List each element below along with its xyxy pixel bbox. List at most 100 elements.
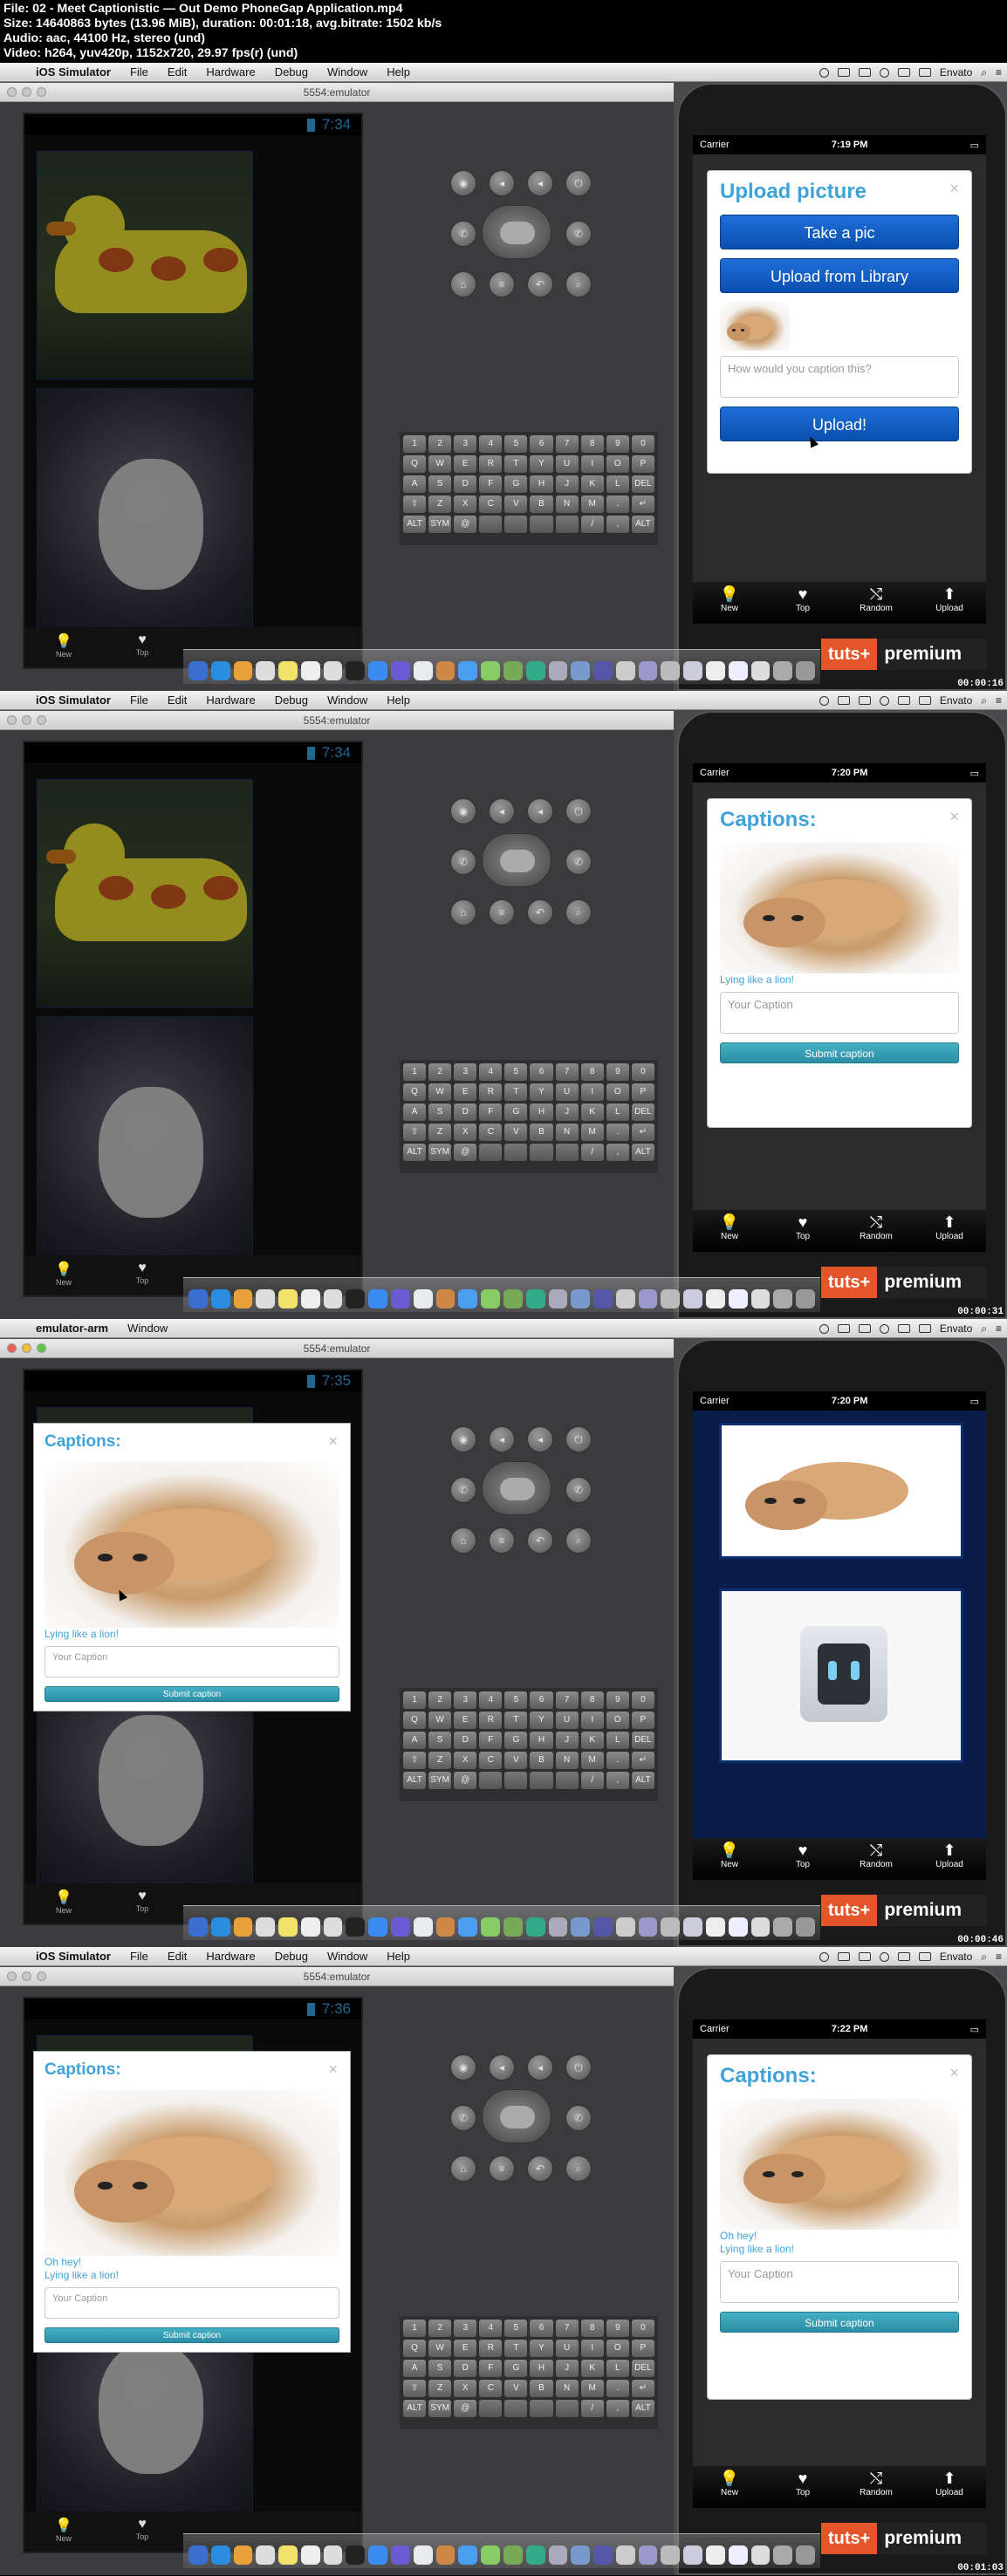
key[interactable]: W (428, 1712, 452, 1729)
close-window-button[interactable] (7, 1971, 17, 1981)
key[interactable]: D (454, 1104, 477, 1121)
dock-app-icon[interactable] (548, 2545, 568, 2565)
dock-app-icon[interactable] (503, 661, 523, 680)
key[interactable]: T (504, 1712, 528, 1729)
key[interactable]: O (606, 455, 629, 473)
key[interactable]: 0 (631, 2320, 654, 2337)
menu-item-window[interactable]: Window (318, 65, 377, 79)
caption-input[interactable]: Your Caption (45, 2287, 339, 2319)
key[interactable]: H (530, 1104, 553, 1121)
tab-new[interactable]: 💡 New (703, 585, 756, 624)
key[interactable]: B (530, 495, 553, 513)
android-tab-new[interactable]: 💡 New (24, 627, 103, 667)
volume-up-icon[interactable]: ◂ (527, 798, 553, 824)
menu-item-hardware[interactable]: Hardware (196, 694, 264, 707)
minimize-window-button[interactable] (22, 87, 31, 97)
dock-app-icon[interactable] (683, 661, 702, 680)
key[interactable]: 0 (631, 435, 654, 453)
key[interactable]: X (454, 1752, 477, 1769)
camera-icon[interactable]: ◉ (450, 798, 476, 824)
volume-icon[interactable] (897, 1952, 910, 1961)
dpad[interactable] (482, 2089, 551, 2143)
call-icon[interactable]: ✆ (450, 221, 476, 247)
dock-app-icon[interactable] (593, 1917, 613, 1937)
key[interactable]: , (606, 1772, 629, 1789)
dpad[interactable] (482, 205, 551, 259)
key[interactable]: K (580, 475, 604, 493)
dock-app-icon[interactable] (210, 1917, 230, 1937)
key[interactable]: M (580, 1752, 604, 1769)
menu-icon[interactable]: ≡ (489, 1527, 515, 1554)
key[interactable]: ⇧ (403, 495, 427, 513)
dock-app-icon[interactable] (773, 1289, 793, 1308)
key[interactable]: V (504, 2380, 528, 2397)
key[interactable]: D (454, 1732, 477, 1749)
dock-app-icon[interactable] (796, 661, 815, 680)
dock-app-icon[interactable] (525, 2545, 545, 2565)
menu-item-help[interactable]: Help (377, 65, 420, 79)
key[interactable]: 9 (606, 1691, 629, 1709)
dock-app-icon[interactable] (481, 661, 500, 680)
user-name[interactable]: Envato (940, 66, 972, 79)
dock-app-icon[interactable] (481, 1289, 500, 1308)
key[interactable]: 5 (504, 1691, 528, 1709)
spotlight-icon[interactable]: ⌕ (981, 66, 987, 79)
android-tab-top[interactable]: ♥ Top (103, 1883, 182, 1923)
dock-app-icon[interactable] (458, 1917, 478, 1937)
key[interactable]: C (479, 1124, 503, 1141)
menu-item-file[interactable]: File (120, 1950, 158, 1963)
dock-app-icon[interactable] (773, 2545, 793, 2565)
key[interactable]: G (504, 475, 528, 493)
caption-input[interactable]: How would you caption this? (720, 356, 959, 398)
key[interactable]: Z (428, 495, 452, 513)
search-icon[interactable]: ⌕ (565, 271, 592, 297)
dock-app-icon[interactable] (368, 1289, 388, 1308)
key[interactable]: ALT (631, 1772, 654, 1789)
key[interactable]: 5 (504, 435, 528, 453)
search-icon[interactable]: ⌕ (565, 899, 592, 926)
key[interactable]: ⇧ (403, 1124, 427, 1141)
key[interactable]: ↵ (631, 2380, 654, 2397)
camera-icon[interactable]: ◉ (450, 170, 476, 196)
volume-up-icon[interactable]: ◂ (527, 170, 553, 196)
key[interactable]: G (504, 1732, 528, 1749)
dock-app-icon[interactable] (323, 661, 343, 680)
dock-app-icon[interactable] (773, 661, 793, 680)
app-menu-name[interactable]: iOS Simulator (26, 1950, 120, 1963)
tab-new[interactable]: 💡 New (703, 2470, 756, 2508)
key[interactable]: 8 (580, 2320, 604, 2337)
key[interactable]: 3 (454, 435, 477, 453)
dock-app-icon[interactable] (683, 1289, 702, 1308)
dpad[interactable] (482, 833, 551, 887)
key[interactable]: 4 (479, 2320, 503, 2337)
camera-icon[interactable]: ◉ (450, 1426, 476, 1452)
key[interactable]: 8 (580, 1691, 604, 1709)
key[interactable] (479, 516, 503, 533)
menu-item-window[interactable]: Window (318, 1950, 377, 1963)
dock-app-icon[interactable] (323, 2545, 343, 2565)
dock-app-icon[interactable] (300, 661, 320, 680)
dock-app-icon[interactable] (368, 2545, 388, 2565)
key[interactable]: / (580, 1772, 604, 1789)
key[interactable]: SYM (428, 516, 452, 533)
key[interactable]: DEL (631, 2360, 654, 2377)
user-name[interactable]: Envato (940, 1322, 972, 1335)
key[interactable]: T (504, 455, 528, 473)
tab-top[interactable]: ♥ Top (777, 1213, 829, 1252)
dock-app-icon[interactable] (188, 661, 208, 680)
dock-app-icon[interactable] (638, 1917, 658, 1937)
key[interactable] (555, 1144, 579, 1161)
key[interactable]: 3 (454, 1063, 477, 1081)
dpad-center-button[interactable] (500, 2106, 535, 2128)
volume-icon[interactable] (897, 68, 910, 77)
call-icon[interactable]: ✆ (450, 1477, 476, 1503)
dock-app-icon[interactable] (796, 1289, 815, 1308)
dock-app-icon[interactable] (188, 2545, 208, 2565)
dock-app-icon[interactable] (661, 1917, 681, 1937)
dock-app-icon[interactable] (525, 1917, 545, 1937)
key[interactable]: , (606, 1144, 629, 1161)
power-icon[interactable]: ⏻ (565, 2054, 592, 2081)
screen-icon[interactable] (837, 68, 850, 77)
dock-app-icon[interactable] (300, 1289, 320, 1308)
dock-app-icon[interactable] (525, 661, 545, 680)
